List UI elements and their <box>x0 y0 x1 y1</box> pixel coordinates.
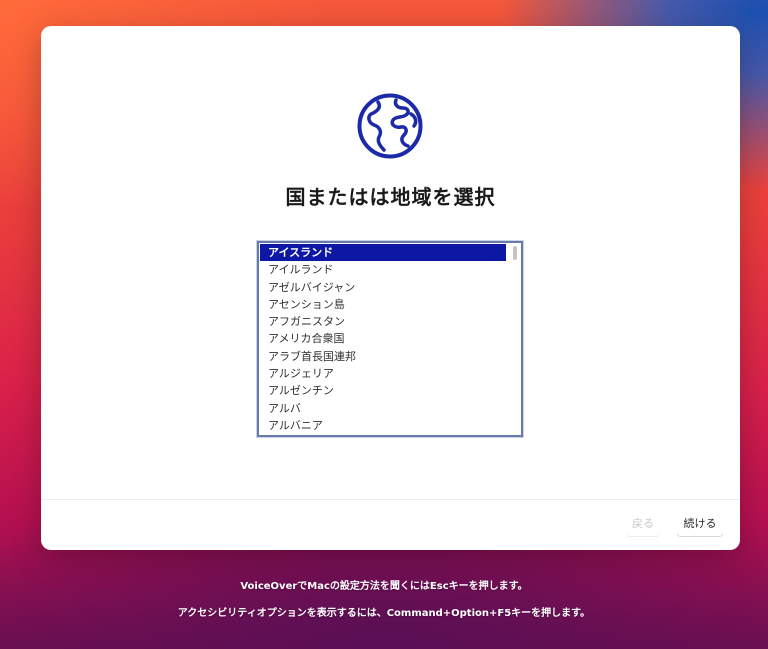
scrollbar-thumb[interactable] <box>513 246 517 260</box>
list-item[interactable]: アルバニア <box>260 417 506 434</box>
setup-assistant-window: 国またはは地域を選択 アイスランド アイルランド アゼルバイジャン アセンション… <box>41 26 740 550</box>
back-button[interactable]: 戻る <box>626 512 660 536</box>
list-item[interactable]: アルバ <box>260 400 506 417</box>
desktop-background: 国またはは地域を選択 アイスランド アイルランド アゼルバイジャン アセンション… <box>0 0 768 649</box>
list-item[interactable]: アゼルバイジャン <box>260 279 506 296</box>
voiceover-hint: VoiceOverでMacの設定方法を聞くにはEscキーを押します。 <box>240 581 528 592</box>
accessibility-hint: アクセシビリティオプションを表示するには、Command+Option+F5キー… <box>177 608 591 619</box>
list-item[interactable]: アルジェリア <box>260 365 506 382</box>
list-item[interactable]: アイルランド <box>260 261 506 278</box>
list-item[interactable]: アフガニスタン <box>260 313 506 330</box>
globe-icon <box>357 93 423 159</box>
list-item[interactable]: アルゼンチン <box>260 382 506 399</box>
list-scrollbar[interactable] <box>510 244 520 430</box>
list-item[interactable]: アメリカ合衆国 <box>260 330 506 347</box>
continue-button[interactable]: 続ける <box>677 512 723 536</box>
list-item[interactable]: アラブ首長国連邦 <box>260 348 506 365</box>
footer-divider <box>41 499 740 500</box>
list-item[interactable]: アセンション島 <box>260 296 506 313</box>
region-list: アイスランド アイルランド アゼルバイジャン アセンション島 アフガニスタン ア… <box>260 244 506 434</box>
page-title: 国またはは地域を選択 <box>285 185 496 209</box>
list-item-selected[interactable]: アイスランド <box>260 244 506 262</box>
region-listbox[interactable]: アイスランド アイルランド アゼルバイジャン アセンション島 アフガニスタン ア… <box>257 241 523 437</box>
